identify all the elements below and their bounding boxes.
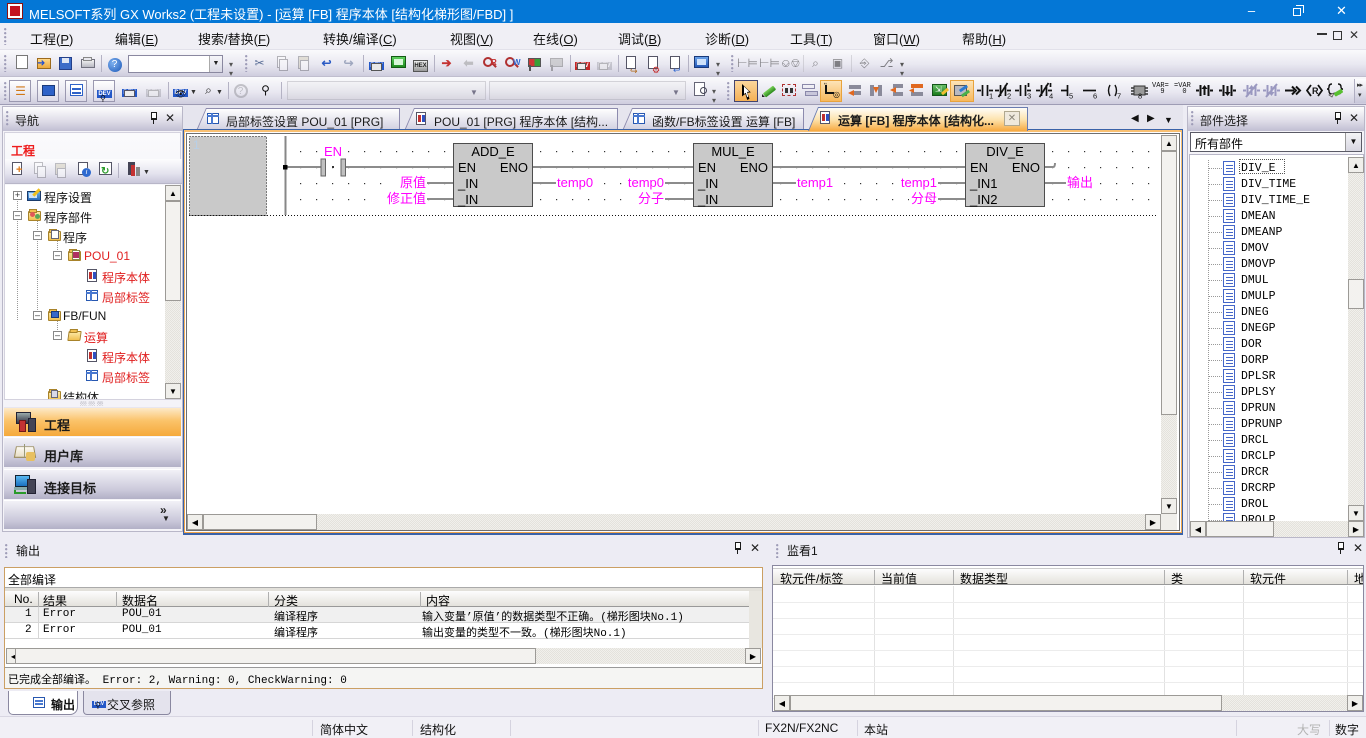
svg-text:4: 4 xyxy=(1049,92,1053,100)
svg-text:ENO: ENO xyxy=(740,160,768,175)
svg-text:temp0: temp0 xyxy=(557,175,593,190)
svg-text:EN: EN xyxy=(970,160,988,175)
svg-text:ENO: ENO xyxy=(1012,160,1040,175)
svg-text:EN: EN xyxy=(698,160,716,175)
svg-text:ENO: ENO xyxy=(500,160,528,175)
svg-text:ADD_E: ADD_E xyxy=(471,144,515,159)
svg-text:6: 6 xyxy=(1093,92,1097,100)
svg-text:EN: EN xyxy=(458,160,476,175)
svg-text:MUL_E: MUL_E xyxy=(711,144,755,159)
svg-text:原值: 原值 xyxy=(400,175,426,190)
svg-text:R: R xyxy=(1312,86,1319,96)
svg-text:_IN: _IN xyxy=(457,176,478,191)
svg-text:1: 1 xyxy=(193,138,200,152)
svg-text:修正值: 修正值 xyxy=(387,191,426,206)
svg-text:分子: 分子 xyxy=(638,191,664,206)
svg-text:_IN2: _IN2 xyxy=(969,192,997,207)
svg-text:2: 2 xyxy=(1007,92,1011,100)
svg-text:8: 8 xyxy=(1138,92,1142,100)
svg-text:分母: 分母 xyxy=(911,191,937,206)
svg-text:7: 7 xyxy=(1117,92,1121,100)
svg-text:_IN: _IN xyxy=(697,192,718,207)
svg-text:temp0: temp0 xyxy=(628,175,664,190)
svg-text:temp1: temp1 xyxy=(901,175,937,190)
svg-text:_IN1: _IN1 xyxy=(969,176,997,191)
svg-text:_IN: _IN xyxy=(697,176,718,191)
svg-text:_IN: _IN xyxy=(457,192,478,207)
svg-text:EN: EN xyxy=(324,144,342,159)
svg-text:3: 3 xyxy=(1027,92,1031,100)
svg-text:5: 5 xyxy=(1069,92,1073,100)
svg-text:temp1: temp1 xyxy=(797,175,833,190)
svg-text:输出: 输出 xyxy=(1067,175,1093,190)
svg-text:DIV_E: DIV_E xyxy=(986,144,1024,159)
svg-text:1: 1 xyxy=(989,92,993,100)
